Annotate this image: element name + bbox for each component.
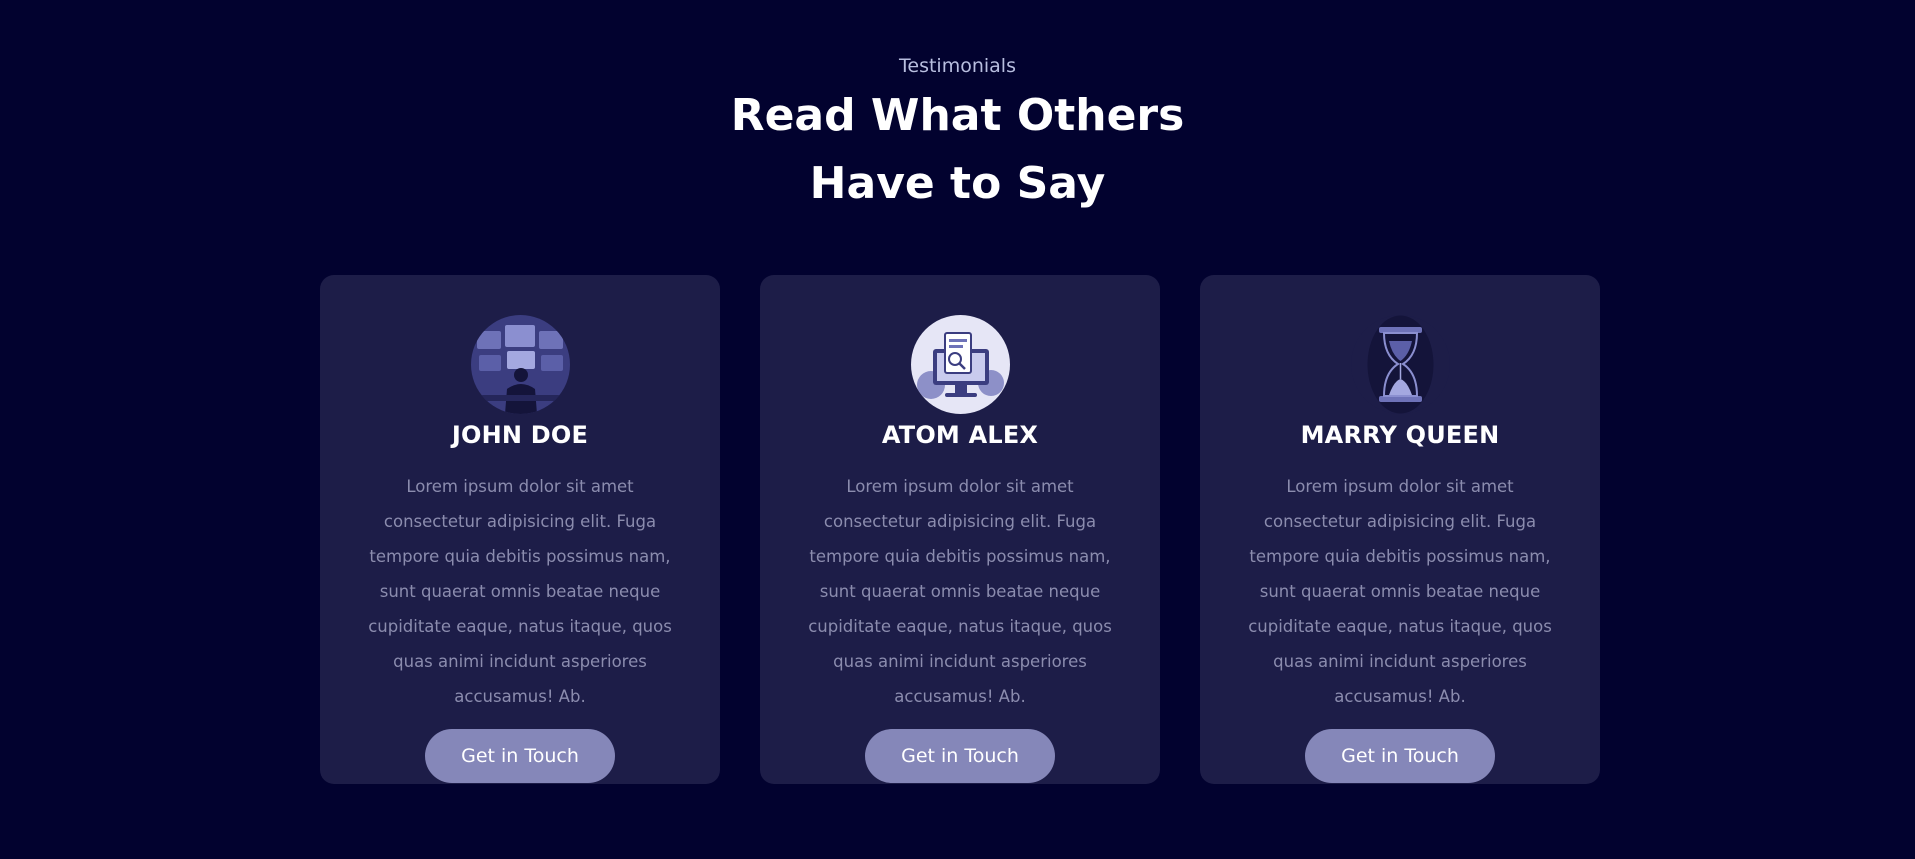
section-title-line-2: Have to Say [809,158,1106,209]
testimonial-text: Lorem ipsum dolor sit amet consectetur a… [808,477,1112,706]
get-in-touch-button[interactable]: Get in Touch [1305,729,1495,783]
section-title-line-1: Read What Others [730,90,1185,141]
testimonial-name: JOHN DOE [451,421,589,449]
testimonials-section: Testimonials Read What Others Have to Sa… [0,0,1915,859]
get-in-touch-button[interactable]: Get in Touch [865,729,1055,783]
testimonial-card: ATOM ALEX Lorem ipsum dolor sit amet con… [760,275,1160,784]
testimonial-name: ATOM ALEX [881,421,1039,449]
section-title: Read What Others Have to Say [0,82,1915,218]
get-in-touch-button[interactable]: Get in Touch [425,729,615,783]
section-eyebrow: Testimonials [899,55,1016,77]
testimonial-text: Lorem ipsum dolor sit amet consectetur a… [1248,477,1552,706]
hourglass-icon [1350,315,1450,414]
testimonial-card: MARRY QUEEN Lorem ipsum dolor sit amet c… [1200,275,1600,784]
testimonial-text: Lorem ipsum dolor sit amet consectetur a… [368,477,672,706]
testimonial-card: JOHN DOE Lorem ipsum dolor sit amet cons… [320,275,720,784]
testimonial-cards: JOHN DOE Lorem ipsum dolor sit amet cons… [320,275,1600,784]
computer-document-icon [910,315,1010,414]
person-at-monitors-icon [470,315,570,414]
testimonial-name: MARRY QUEEN [1300,421,1500,449]
